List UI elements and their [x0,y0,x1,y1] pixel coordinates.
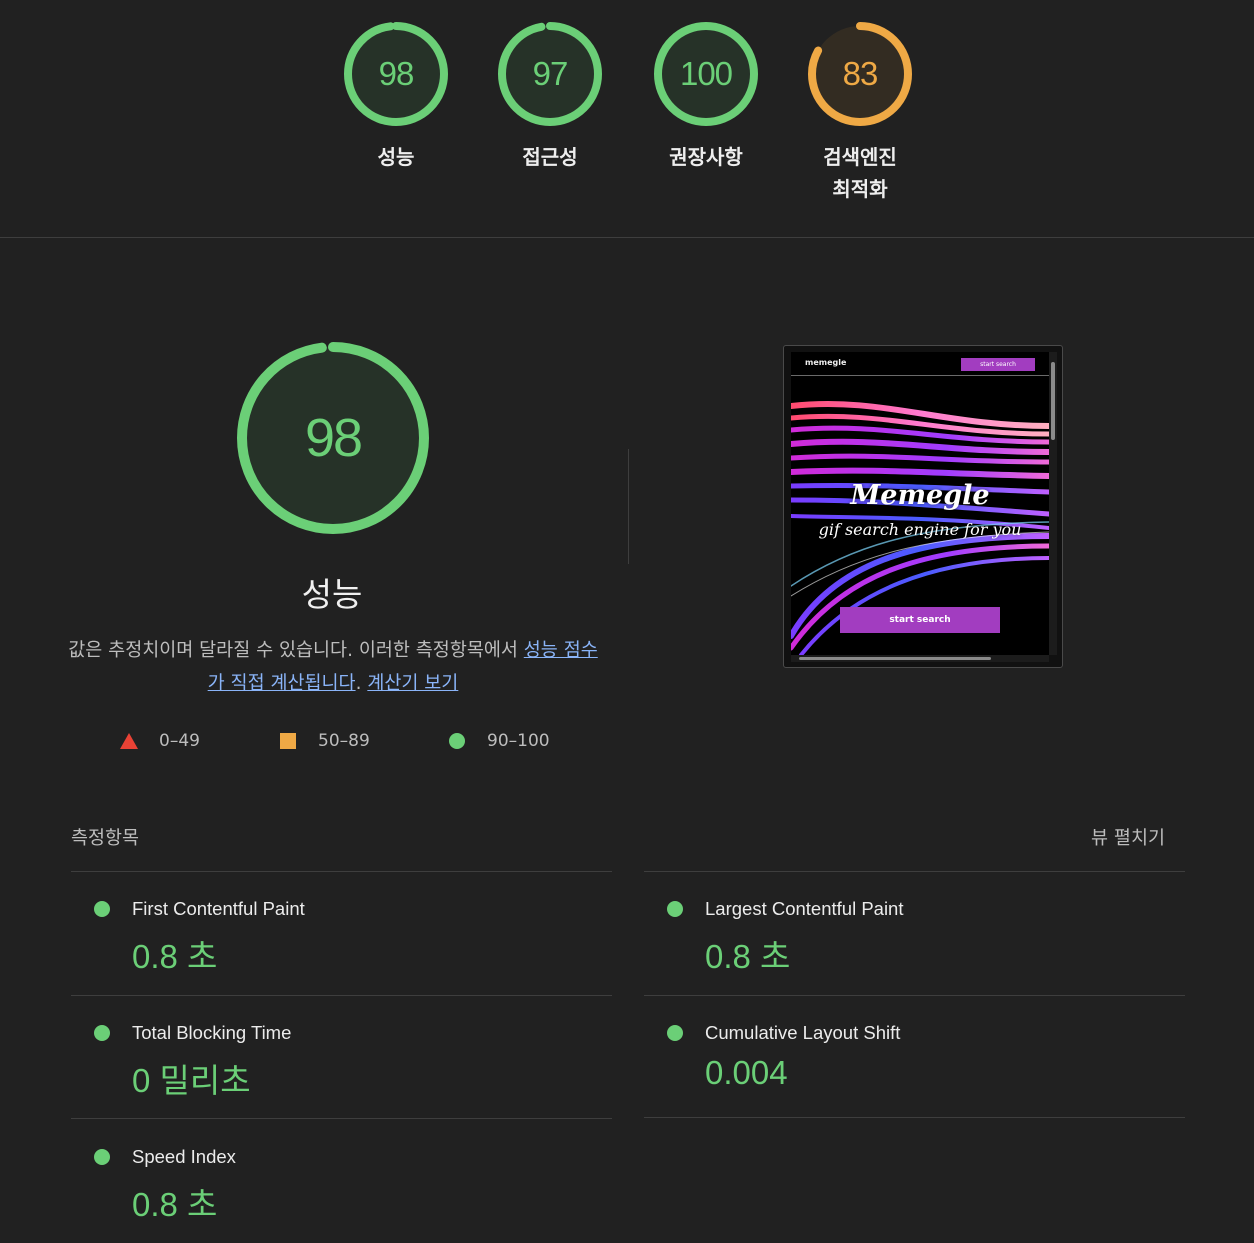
metric-largest-contentful-paint: Largest Contentful Paint 0.8 초 [644,872,1185,995]
metric-total-blocking-time: Total Blocking Time 0 밀리초 [71,996,612,1119]
performance-title: 성능 [301,575,363,614]
gauge-score: 97 [532,55,569,92]
gauge-best-practices[interactable]: 100 권장사항 [654,22,758,169]
legend-range: 90–100 [487,731,550,751]
screenshot-horizontal-scrollbar [791,655,1049,662]
metric-first-contentful-paint: First Contentful Paint 0.8 초 [71,872,612,995]
performance-gauge: 98 [236,341,430,535]
metric-name: Cumulative Layout Shift [705,1022,901,1043]
screenshot-cta-button: start search [840,607,1000,633]
gauge-score: 83 [842,55,879,92]
metric-value: 0.004 [705,1054,788,1091]
screenshot-hero-subtitle: gif search engine for you [818,520,1022,539]
screenshot-vertical-scrollbar [1049,352,1057,655]
circle-icon [449,733,465,749]
vertical-divider [628,449,629,564]
performance-description: 값은 추정치이며 달라질 수 있습니다. 이러한 측정항목에서 성능 점수가 직… [60,634,606,700]
legend-range: 0–49 [159,731,200,751]
metrics-title: 측정항목 [71,828,140,849]
screenshot-nav-button: start search [961,358,1035,371]
description-text: 값은 추정치이며 달라질 수 있습니다. 이러한 측정항목에서 [68,640,524,661]
screenshot-navbar: memegle start search [791,352,1049,376]
gauge-label: 검색엔진 최적화 [823,145,897,201]
metric-value: 0 밀리초 [132,1062,251,1099]
metric-cumulative-layout-shift: Cumulative Layout Shift 0.004 [644,996,1185,1119]
metric-value: 0.8 초 [132,938,218,975]
metric-divider [644,1117,1185,1118]
screenshot-hero-title: Memegle [850,480,990,511]
metric-name: Total Blocking Time [132,1022,292,1043]
square-icon [280,733,296,749]
section-divider [0,237,1254,238]
description-separator: . [355,673,368,694]
legend-range: 50–89 [318,731,370,751]
metric-divider [71,1118,612,1119]
pass-circle-icon [667,1025,683,1041]
screenshot-brand: memegle [805,358,847,367]
gauge-seo[interactable]: 83 검색엔진 최적화 [808,22,912,201]
metric-name: First Contentful Paint [132,898,305,919]
category-gauges: 98 성능 97 접근성 100 권장사항 83 검색엔진 최적화 [0,0,1254,237]
gauge-accessibility[interactable]: 97 접근성 [498,22,602,169]
triangle-icon [120,733,138,749]
metric-value: 0.8 초 [132,1186,218,1223]
metric-name: Speed Index [132,1146,236,1167]
pass-circle-icon [94,1149,110,1165]
expand-view-toggle[interactable]: 뷰 펼치기 [1091,824,1165,850]
final-screenshot[interactable]: memegle start search Memegle gif search … [783,345,1063,668]
pass-circle-icon [94,1025,110,1041]
metric-value: 0.8 초 [705,938,791,975]
pass-circle-icon [94,901,110,917]
pass-circle-icon [667,901,683,917]
performance-score: 98 [304,408,363,468]
gauge-score: 98 [378,55,415,92]
calculator-link[interactable]: 계산기 보기 [367,673,458,694]
gauge-performance[interactable]: 98 성능 [344,22,448,169]
metric-name: Largest Contentful Paint [705,898,904,919]
gauge-score: 100 [679,55,733,92]
metric-speed-index: Speed Index 0.8 초 [71,1120,612,1243]
screenshot-page: memegle start search Memegle gif search … [791,352,1049,655]
